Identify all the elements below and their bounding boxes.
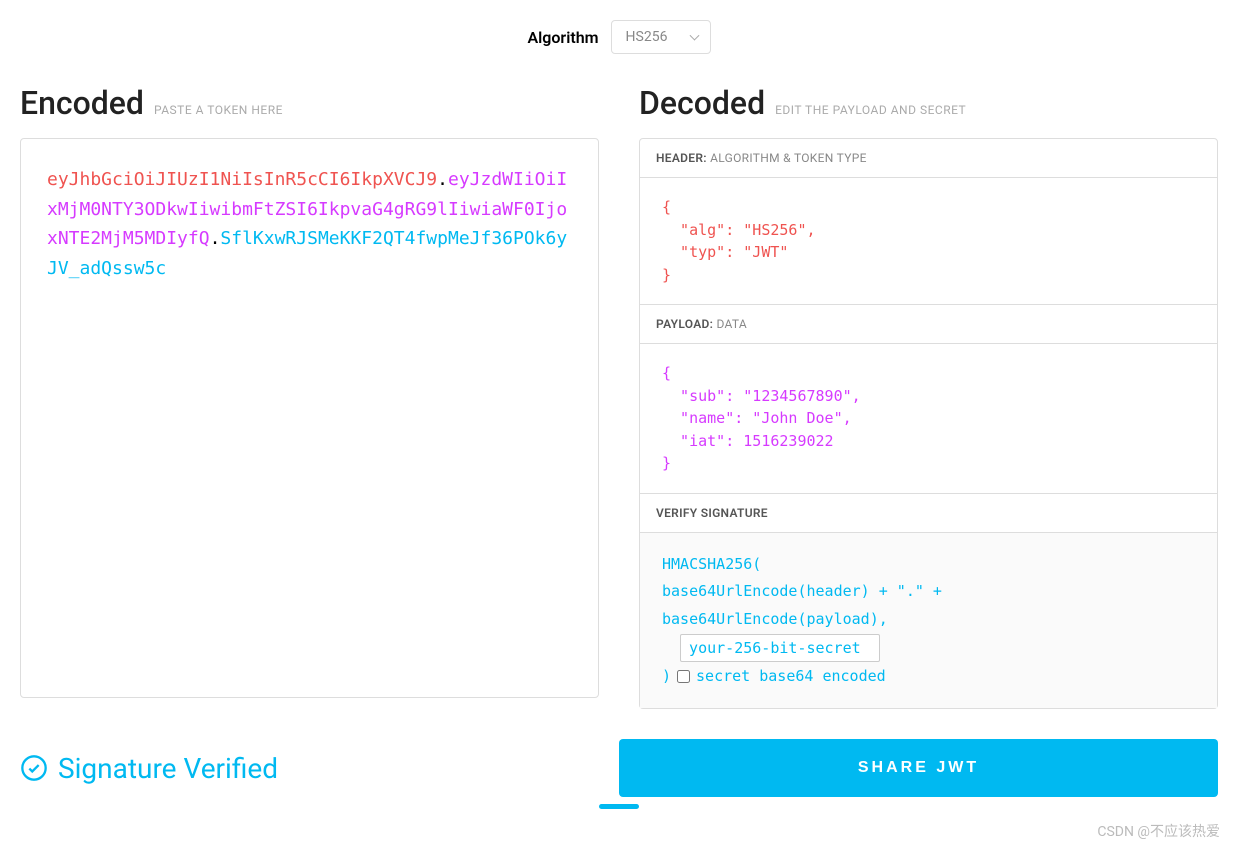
decoded-title: Decoded (639, 84, 765, 122)
secret-input[interactable] (680, 634, 880, 662)
decoded-panel: HEADER: ALGORITHM & TOKEN TYPE { "alg": … (639, 138, 1218, 709)
sig-line-close: ) (662, 663, 671, 691)
header-section-sub: ALGORITHM & TOKEN TYPE (710, 151, 867, 165)
bottom-indicator (599, 804, 639, 809)
algorithm-row: Algorithm HS256 (20, 20, 1218, 54)
algorithm-selected-value: HS256 (626, 29, 668, 45)
payload-json-editor[interactable]: { "sub": "1234567890", "name": "John Doe… (640, 344, 1217, 494)
token-header-part: eyJhbGciOiJIUzI1NiIsInR5cCI6IkpXVCJ9 (47, 169, 437, 190)
signature-section-body: HMACSHA256( base64UrlEncode(header) + ".… (640, 533, 1217, 709)
share-jwt-button[interactable]: SHARE JWT (619, 739, 1218, 797)
sig-line-1: HMACSHA256( (662, 551, 1195, 579)
signature-section-title: VERIFY SIGNATURE (640, 494, 1217, 533)
sig-line-2: base64UrlEncode(header) + "." + (662, 578, 1195, 606)
encoded-token-input[interactable]: eyJhbGciOiJIUzI1NiIsInR5cCI6IkpXVCJ9.eyJ… (20, 138, 599, 698)
watermark-text: CSDN @不应该热爱 (1097, 821, 1220, 841)
encoded-column: Encoded PASTE A TOKEN HERE eyJhbGciOiJIU… (20, 84, 599, 709)
secret-base64-checkbox[interactable] (677, 670, 690, 683)
decoded-subtitle: EDIT THE PAYLOAD AND SECRET (775, 103, 966, 117)
signature-verified-text: Signature Verified (58, 752, 278, 785)
payload-section-title: PAYLOAD: DATA (640, 305, 1217, 344)
header-json-editor[interactable]: { "alg": "HS256", "typ": "JWT" } (640, 178, 1217, 305)
token-dot: . (210, 228, 221, 249)
signature-section-label: VERIFY SIGNATURE (656, 506, 768, 520)
check-circle-icon (20, 754, 48, 782)
header-section-title: HEADER: ALGORITHM & TOKEN TYPE (640, 139, 1217, 178)
decoded-column: Decoded EDIT THE PAYLOAD AND SECRET HEAD… (639, 84, 1218, 709)
sig-line-3: base64UrlEncode(payload), (662, 606, 1195, 634)
header-section-label: HEADER: (656, 151, 707, 165)
signature-verified-status: Signature Verified (20, 739, 579, 797)
secret-base64-label: secret base64 encoded (696, 663, 886, 691)
algorithm-label: Algorithm (527, 28, 598, 47)
algorithm-select[interactable]: HS256 (611, 20, 711, 54)
token-dot: . (437, 169, 448, 190)
payload-section-label: PAYLOAD: (656, 317, 713, 331)
encoded-subtitle: PASTE A TOKEN HERE (154, 103, 283, 117)
encoded-title: Encoded (20, 84, 144, 122)
payload-section-sub: DATA (716, 317, 747, 331)
